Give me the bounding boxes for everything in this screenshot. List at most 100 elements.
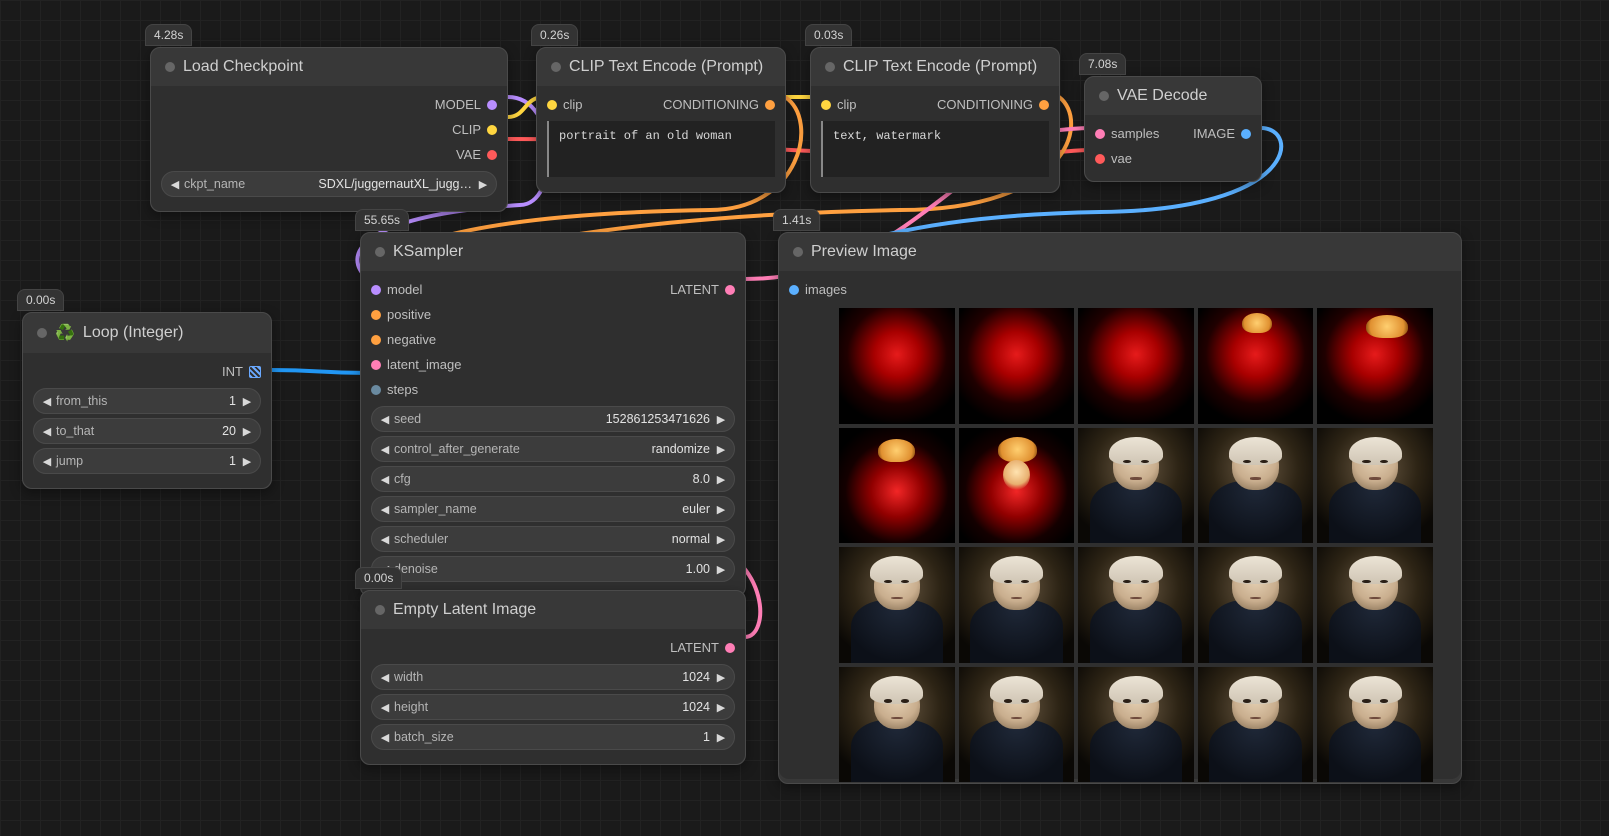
node-vae-decode[interactable]: 7.08s VAE Decode samples IMAGE vae [1084, 76, 1262, 182]
port-in-samples[interactable] [1095, 129, 1105, 139]
collapse-dot-icon[interactable] [825, 62, 835, 72]
preview-thumb[interactable] [1317, 667, 1433, 783]
node-preview-image[interactable]: 1.41s Preview Image images [778, 232, 1462, 784]
next-arrow-icon[interactable]: ▶ [714, 701, 728, 714]
preview-thumb[interactable] [1078, 547, 1194, 663]
port-in-negative[interactable] [371, 335, 381, 345]
ckpt-name-selector[interactable]: ◀ ckpt_name SDXL/juggernautXL_jugg… ▶ [161, 171, 497, 197]
node-clip-text-encode-positive[interactable]: 0.26s CLIP Text Encode (Prompt) clip CON… [536, 47, 786, 193]
next-arrow-icon[interactable]: ▶ [714, 731, 728, 744]
preview-thumb[interactable] [959, 547, 1075, 663]
next-arrow-icon[interactable]: ▶ [714, 443, 728, 456]
port-out-latent[interactable] [725, 643, 735, 653]
node-empty-latent-image[interactable]: 0.00s Empty Latent Image LATENT ◀width10… [360, 590, 746, 765]
preview-thumb[interactable] [1198, 308, 1314, 424]
prev-arrow-icon[interactable]: ◀ [378, 731, 392, 744]
collapse-dot-icon[interactable] [165, 62, 175, 72]
preview-thumb[interactable] [1198, 428, 1314, 544]
collapse-dot-icon[interactable] [1099, 91, 1109, 101]
prev-arrow-icon[interactable]: ◀ [40, 455, 54, 468]
collapse-dot-icon[interactable] [551, 62, 561, 72]
scheduler-widget[interactable]: ◀schedulernormal▶ [371, 526, 735, 552]
preview-thumb[interactable] [959, 667, 1075, 783]
prev-arrow-icon[interactable]: ◀ [378, 671, 392, 684]
sampler-name-widget[interactable]: ◀sampler_nameeuler▶ [371, 496, 735, 522]
node-title[interactable]: Preview Image [779, 233, 1461, 271]
preview-thumb[interactable] [1317, 428, 1433, 544]
collapse-dot-icon[interactable] [375, 605, 385, 615]
preview-thumb[interactable] [1078, 667, 1194, 783]
preview-thumb[interactable] [839, 547, 955, 663]
prev-arrow-icon[interactable]: ◀ [378, 473, 392, 486]
batch-size-widget[interactable]: ◀batch_size1▶ [371, 724, 735, 750]
jump-widget[interactable]: ◀jump1▶ [33, 448, 261, 474]
node-ksampler[interactable]: 55.65s KSampler model LATENT positive ne… [360, 232, 746, 597]
from-this-widget[interactable]: ◀from_this1▶ [33, 388, 261, 414]
node-title[interactable]: VAE Decode [1085, 77, 1261, 115]
preview-thumb[interactable] [1198, 547, 1314, 663]
collapse-dot-icon[interactable] [375, 247, 385, 257]
port-out-int[interactable] [249, 366, 261, 378]
node-title[interactable]: KSampler [361, 233, 745, 271]
preview-thumb[interactable] [1317, 308, 1433, 424]
prev-arrow-icon[interactable]: ◀ [378, 701, 392, 714]
node-title[interactable]: Empty Latent Image [361, 591, 745, 629]
height-widget[interactable]: ◀height1024▶ [371, 694, 735, 720]
node-title[interactable]: ♻️ Loop (Integer) [23, 313, 271, 353]
preview-thumb[interactable] [839, 428, 955, 544]
next-arrow-icon[interactable]: ▶ [714, 671, 728, 684]
width-widget[interactable]: ◀width1024▶ [371, 664, 735, 690]
preview-thumb[interactable] [1078, 428, 1194, 544]
prev-arrow-icon[interactable]: ◀ [168, 178, 182, 191]
preview-thumb[interactable] [839, 308, 955, 424]
port-in-model[interactable] [371, 285, 381, 295]
node-title[interactable]: CLIP Text Encode (Prompt) [811, 48, 1059, 86]
collapse-dot-icon[interactable] [793, 247, 803, 257]
prev-arrow-icon[interactable]: ◀ [40, 395, 54, 408]
port-out-clip[interactable] [487, 125, 497, 135]
next-arrow-icon[interactable]: ▶ [714, 473, 728, 486]
preview-thumb[interactable] [1078, 308, 1194, 424]
next-arrow-icon[interactable]: ▶ [240, 455, 254, 468]
next-arrow-icon[interactable]: ▶ [714, 563, 728, 576]
next-arrow-icon[interactable]: ▶ [240, 425, 254, 438]
prev-arrow-icon[interactable]: ◀ [378, 503, 392, 516]
port-out-conditioning[interactable] [765, 100, 775, 110]
preview-thumb[interactable] [959, 308, 1075, 424]
next-arrow-icon[interactable]: ▶ [476, 178, 490, 191]
node-load-checkpoint[interactable]: 4.28s Load Checkpoint MODEL CLIP VAE ◀ c… [150, 47, 508, 212]
prompt-textarea[interactable] [547, 121, 775, 177]
port-in-steps[interactable] [371, 385, 381, 395]
node-clip-text-encode-negative[interactable]: 0.03s CLIP Text Encode (Prompt) clip CON… [810, 47, 1060, 193]
port-out-model[interactable] [487, 100, 497, 110]
node-loop-integer[interactable]: 0.00s ♻️ Loop (Integer) INT ◀from_this1▶… [22, 312, 272, 489]
next-arrow-icon[interactable]: ▶ [714, 533, 728, 546]
port-in-vae[interactable] [1095, 154, 1105, 164]
prev-arrow-icon[interactable]: ◀ [40, 425, 54, 438]
port-in-positive[interactable] [371, 310, 381, 320]
next-arrow-icon[interactable]: ▶ [240, 395, 254, 408]
port-out-conditioning[interactable] [1039, 100, 1049, 110]
control-after-generate-widget[interactable]: ◀control_after_generaterandomize▶ [371, 436, 735, 462]
prev-arrow-icon[interactable]: ◀ [378, 533, 392, 546]
prev-arrow-icon[interactable]: ◀ [378, 413, 392, 426]
collapse-dot-icon[interactable] [37, 328, 47, 338]
preview-thumb[interactable] [1198, 667, 1314, 783]
port-in-clip[interactable] [547, 100, 557, 110]
port-out-image[interactable] [1241, 129, 1251, 139]
denoise-widget[interactable]: ◀denoise1.00▶ [371, 556, 735, 582]
port-in-latent-image[interactable] [371, 360, 381, 370]
node-title[interactable]: CLIP Text Encode (Prompt) [537, 48, 785, 86]
preview-thumb[interactable] [1317, 547, 1433, 663]
cfg-widget[interactable]: ◀cfg8.0▶ [371, 466, 735, 492]
port-in-clip[interactable] [821, 100, 831, 110]
seed-widget[interactable]: ◀seed152861253471626▶ [371, 406, 735, 432]
port-out-latent[interactable] [725, 285, 735, 295]
prompt-textarea[interactable] [821, 121, 1049, 177]
prev-arrow-icon[interactable]: ◀ [378, 443, 392, 456]
preview-thumb[interactable] [959, 428, 1075, 544]
preview-thumb[interactable] [839, 667, 955, 783]
node-title[interactable]: Load Checkpoint [151, 48, 507, 86]
port-out-vae[interactable] [487, 150, 497, 160]
port-in-images[interactable] [789, 285, 799, 295]
